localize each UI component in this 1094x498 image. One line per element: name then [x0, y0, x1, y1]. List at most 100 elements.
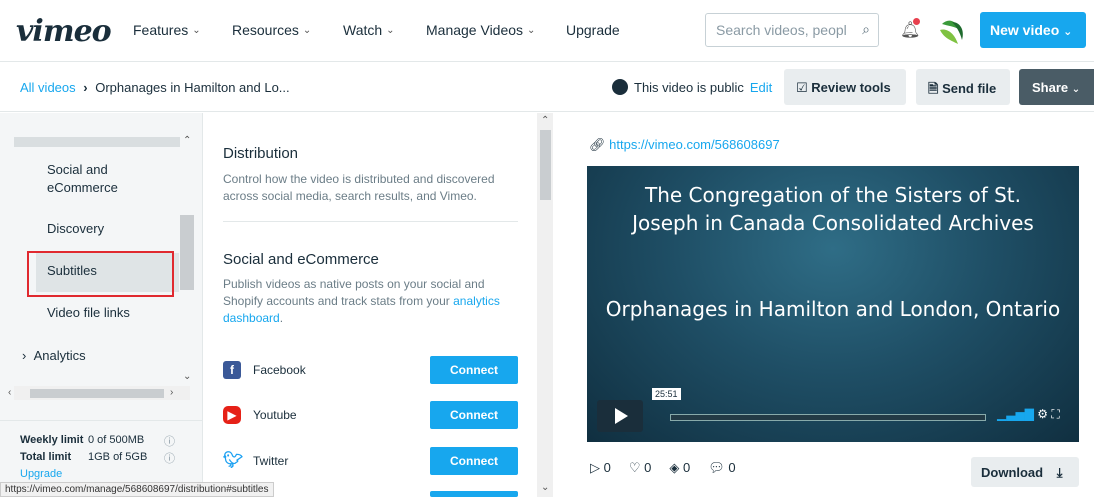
collections-count: 0 [683, 460, 691, 475]
info-icon[interactable]: ⓘ [164, 450, 175, 466]
nav-watch[interactable]: Watch ⌄ [343, 22, 395, 38]
facebook-connect-button[interactable]: Connect [430, 356, 518, 384]
collections-stat[interactable]: ◈ 0 [669, 460, 690, 476]
nav-label: Manage Videos [426, 22, 524, 38]
scroll-up-arrow[interactable]: ⌃ [183, 135, 191, 146]
volume-icon[interactable]: ▁▃▅▇ [997, 407, 1034, 421]
scroll-down-arrow[interactable]: ⌄ [541, 482, 549, 493]
sidebar-item-discovery[interactable]: Discovery [47, 220, 104, 238]
youtube-connect-button[interactable]: Connect [430, 401, 518, 429]
sidebar-scrollbar-thumb[interactable] [180, 215, 194, 290]
nav-label: Upgrade [566, 22, 620, 38]
heart-icon: ♡ [628, 460, 641, 475]
send-file-label: Send file [942, 81, 997, 96]
scroll-left-arrow[interactable]: ‹ [8, 387, 11, 398]
weekly-limit-label: Weekly limit [20, 434, 84, 446]
weekly-limit-value: 0 of 500MB [88, 434, 145, 446]
file-icon: 🗎︎ [928, 81, 939, 96]
divider [223, 221, 518, 222]
link-icon: 🔗︎ [589, 137, 606, 152]
comments-stat[interactable]: 💬︎ 0 [708, 460, 735, 476]
highlight-annotation-box [27, 251, 174, 297]
avatar[interactable] [938, 16, 966, 46]
share-button[interactable]: Share ⌄ [1019, 69, 1094, 105]
play-icon [615, 408, 628, 424]
nav-upgrade[interactable]: Upgrade [566, 22, 620, 38]
platform-facebook: f Facebook [223, 361, 306, 379]
privacy-text: This video is public [634, 79, 744, 95]
sidebar-item-label: Analytics [33, 348, 86, 363]
chevron-right-icon: › [22, 348, 27, 363]
privacy-status: This video is public Edit [612, 79, 772, 95]
distribution-panel: Distribution Control how the video is di… [203, 113, 555, 497]
play-button[interactable] [597, 400, 643, 432]
next-connect-button-partial[interactable] [430, 491, 518, 497]
search-icon[interactable]: ⌕ [862, 21, 870, 38]
youtube-icon: ▶ [223, 406, 241, 424]
video-player[interactable]: The Congregation of the Sisters of St. J… [587, 166, 1079, 442]
info-icon[interactable]: ⓘ [164, 433, 175, 449]
nav-features[interactable]: Features ⌄ [133, 22, 201, 38]
platform-youtube: ▶ Youtube [223, 406, 297, 424]
review-tools-button[interactable]: ☑ Review tools [784, 69, 906, 105]
notification-dot [913, 18, 920, 25]
video-title-line3: Orphanages in Hamilton and London, Ontar… [605, 297, 1061, 321]
progress-track[interactable] [670, 414, 986, 421]
plays-count: 0 [603, 460, 611, 475]
send-file-button[interactable]: 🗎︎ Send file [916, 69, 1010, 105]
review-tools-label: Review tools [811, 80, 891, 95]
nav-resources[interactable]: Resources ⌄ [232, 22, 311, 38]
layers-icon: ◈ [669, 460, 680, 475]
new-video-button[interactable]: New video ⌄ [980, 12, 1086, 48]
social-desc-text: Publish videos as native posts on your s… [223, 277, 485, 308]
platform-twitter: 🐦︎ Twitter [223, 452, 288, 470]
video-title-line2: Joseph in Canada Consolidated Archives [632, 211, 1034, 235]
privacy-edit-link[interactable]: Edit [750, 80, 772, 95]
play-count-icon: ▷ [590, 460, 600, 475]
browser-status-bar: https://vimeo.com/manage/568608697/distr… [0, 482, 274, 497]
video-duration: 25:51 [652, 388, 681, 400]
plays-stat: ▷ 0 [590, 460, 611, 476]
fullscreen-icon[interactable]: ⛶ [1051, 407, 1059, 421]
comment-icon: 💬︎ [708, 460, 725, 475]
chevron-down-icon: ⌄ [527, 24, 536, 36]
scroll-down-arrow[interactable]: ⌄ [183, 371, 191, 382]
chevron-down-icon: ⌄ [386, 24, 395, 36]
video-stats: ▷ 0 ♡ 0 ◈ 0 💬︎ 0 [590, 460, 736, 476]
content-scroll-thumb[interactable] [540, 130, 551, 200]
platform-name: Twitter [253, 454, 289, 468]
breadcrumb-all-videos[interactable]: All videos [20, 80, 76, 95]
platform-name: Youtube [253, 408, 297, 422]
twitter-connect-button[interactable]: Connect [430, 447, 518, 475]
upgrade-link[interactable]: Upgrade [20, 468, 62, 480]
vimeo-logo[interactable]: vimeo [16, 14, 112, 49]
settings-gear-icon[interactable]: ⚙ [1037, 407, 1048, 421]
chevron-down-icon: ⌄ [1071, 84, 1081, 95]
distribution-description: Control how the video is distributed and… [223, 172, 495, 203]
scroll-up-arrow[interactable]: ⌃ [541, 115, 549, 126]
video-title-line1: The Congregation of the Sisters of St. [645, 183, 1021, 207]
sidebar-item-social-ecommerce[interactable]: Social and eCommerce [47, 161, 127, 197]
social-ecommerce-title: Social and eCommerce [223, 251, 379, 268]
horizontal-scroll-thumb[interactable] [30, 389, 164, 398]
search-placeholder: Search videos, peopl [716, 22, 847, 38]
sidebar-item-video-file-links[interactable]: Video file links [47, 304, 130, 322]
scroll-right-arrow[interactable]: › [170, 387, 173, 398]
globe-icon [612, 79, 628, 95]
collapsed-section-bar [14, 137, 180, 147]
player-controls: 25:51 ▁▃▅▇ ⚙ ⛶ [597, 388, 1069, 432]
sidebar-item-analytics[interactable]: › Analytics [22, 347, 86, 365]
likes-stat[interactable]: ♡ 0 [629, 460, 652, 476]
video-subheader: All videos › Orphanages in Hamilton and … [0, 62, 1094, 112]
nav-manage-videos[interactable]: Manage Videos ⌄ [426, 22, 535, 38]
breadcrumb-current: Orphanages in Hamilton and Lo... [95, 80, 290, 95]
search-input[interactable]: Search videos, peopl ⌕ [705, 13, 879, 47]
download-button[interactable]: Download ⤓ [971, 457, 1079, 487]
twitter-icon: 🐦︎ [223, 452, 244, 469]
video-url-link[interactable]: 🔗︎ https://vimeo.com/568608697 [589, 137, 780, 153]
review-icon: ☑ [796, 80, 808, 95]
nav-label: Features [133, 22, 189, 38]
chevron-right-icon: › [83, 80, 88, 95]
breadcrumb: All videos › Orphanages in Hamilton and … [20, 80, 290, 95]
share-label: Share [1032, 80, 1069, 95]
